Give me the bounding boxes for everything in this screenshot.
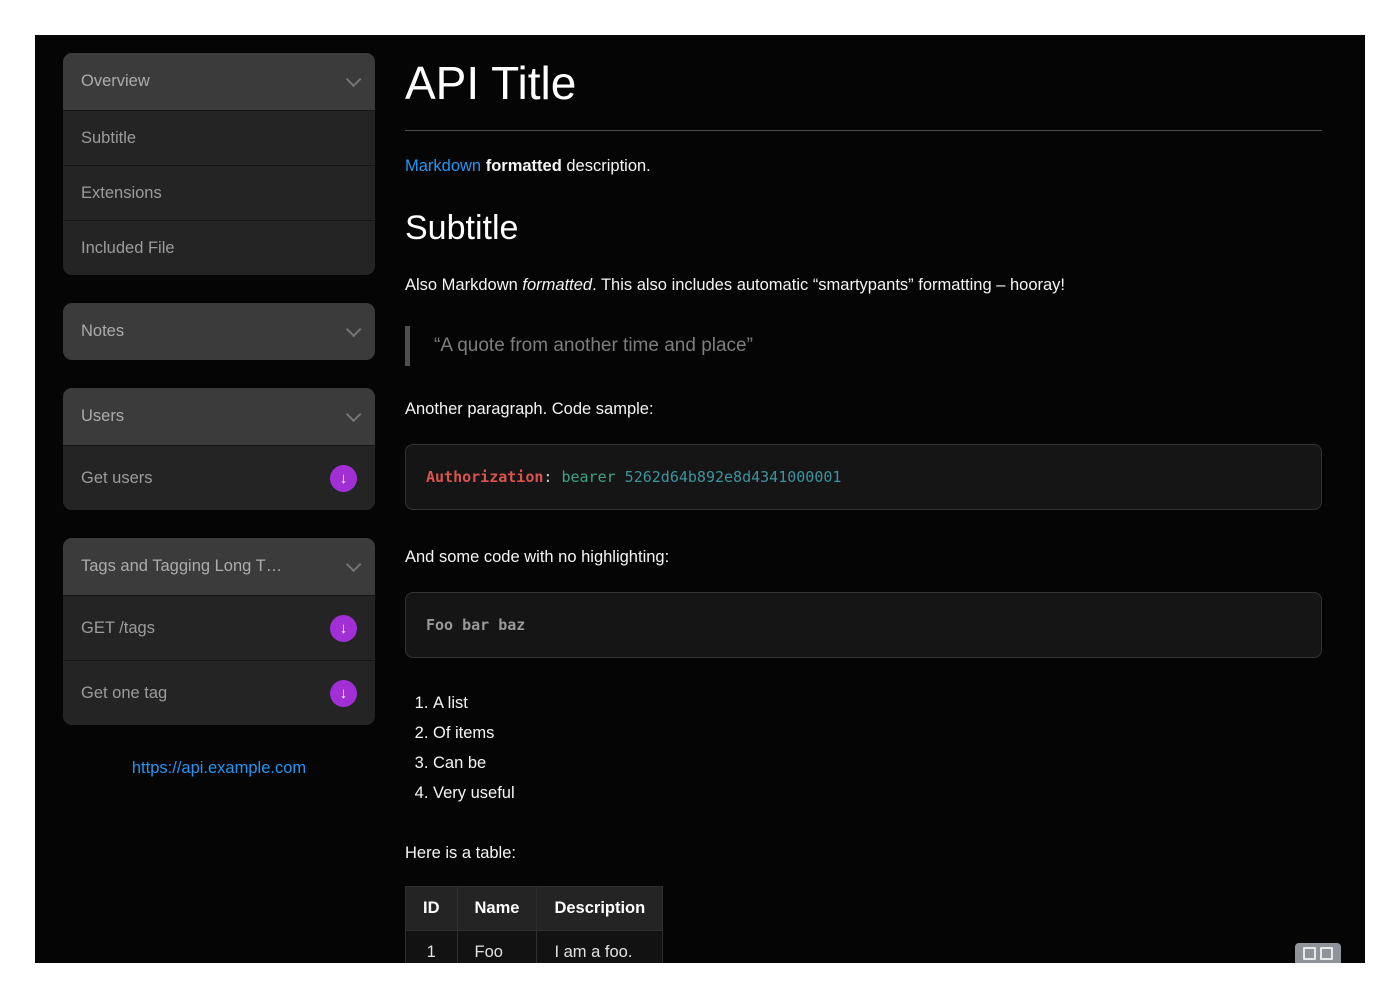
nav-group-tags: Tags and Tagging Long T… GET /tags ↓ Get…: [63, 538, 375, 725]
list-item: A list: [433, 688, 1322, 718]
sidebar-item-label: GET /tags: [81, 619, 155, 638]
nav-header-notes[interactable]: Notes: [63, 303, 375, 360]
nav-group-notes: Notes: [63, 303, 375, 360]
download-arrow-icon: ↓: [330, 465, 357, 492]
nav-header-users[interactable]: Users: [63, 388, 375, 445]
table-header-name: Name: [457, 886, 537, 930]
blockquote: “A quote from another time and place”: [405, 326, 1322, 366]
code-token: 5262d64b892e8d4341000001: [616, 468, 842, 486]
paragraph-text: Also Markdown: [405, 276, 522, 294]
intro-rest-text: description.: [562, 157, 651, 175]
table-cell-description: I am a foo.: [537, 930, 663, 963]
app-window: Overview Subtitle Extensions Included Fi…: [35, 35, 1365, 963]
sidebar: Overview Subtitle Extensions Included Fi…: [63, 53, 375, 778]
subtitle-heading: Subtitle: [405, 209, 1322, 248]
page-title: API Title: [405, 57, 1322, 110]
paragraph-text: . This also includes automatic “smartypa…: [592, 276, 1065, 294]
table-header-id: ID: [406, 886, 458, 930]
markdown-link[interactable]: Markdown: [405, 157, 481, 175]
table-row: 1 Foo I am a foo.: [406, 930, 663, 963]
code-sample-label: Another paragraph. Code sample:: [405, 398, 1322, 422]
sidebar-item-extensions[interactable]: Extensions: [63, 165, 375, 220]
nav-header-tags[interactable]: Tags and Tagging Long T…: [63, 538, 375, 595]
sidebar-item-label: Extensions: [81, 184, 162, 203]
table-cell-id: 1: [406, 930, 458, 963]
table-label: Here is a table:: [405, 842, 1322, 866]
table-header-row: ID Name Description: [406, 886, 663, 930]
sidebar-item-included-file[interactable]: Included File: [63, 220, 375, 275]
host-link[interactable]: https://api.example.com: [63, 759, 375, 778]
sidebar-item-get-users[interactable]: Get users ↓: [63, 445, 375, 510]
chevron-down-icon: [346, 72, 362, 88]
download-arrow-icon: ↓: [330, 615, 357, 642]
nav-header-label: Users: [81, 407, 124, 426]
sidebar-item-label: Get users: [81, 469, 153, 488]
code-block-plain: Foo bar baz: [405, 592, 1322, 658]
nav-header-label: Notes: [81, 322, 124, 341]
title-divider: [405, 130, 1322, 131]
ordered-list: A list Of items Can be Very useful: [405, 688, 1322, 808]
chevron-down-icon: [346, 322, 362, 338]
list-item: Very useful: [433, 778, 1322, 808]
corner-widget-icon[interactable]: [1295, 943, 1341, 963]
nav-header-label: Overview: [81, 72, 150, 91]
sidebar-item-label: Get one tag: [81, 684, 167, 703]
sidebar-item-get-one-tag[interactable]: Get one tag ↓: [63, 660, 375, 725]
list-item: Can be: [433, 748, 1322, 778]
table-header-description: Description: [537, 886, 663, 930]
nav-header-overview[interactable]: Overview: [63, 53, 375, 110]
no-highlight-label: And some code with no highlighting:: [405, 546, 1322, 570]
list-item: Of items: [433, 718, 1322, 748]
second-paragraph: Also Markdown formatted. This also inclu…: [405, 274, 1322, 298]
nav-header-label: Tags and Tagging Long T…: [81, 557, 282, 576]
main-content: API Title Markdown formatted description…: [405, 35, 1322, 963]
sidebar-item-label: Subtitle: [81, 129, 136, 148]
italic-text: formatted: [522, 276, 592, 294]
chevron-down-icon: [346, 557, 362, 573]
nav-group-overview: Overview Subtitle Extensions Included Fi…: [63, 53, 375, 275]
widget-square-icon: [1303, 947, 1316, 960]
code-plain-text: Foo bar baz: [426, 616, 525, 634]
widget-square-icon: [1320, 947, 1333, 960]
sidebar-item-subtitle[interactable]: Subtitle: [63, 110, 375, 165]
sidebar-item-label: Included File: [81, 239, 175, 258]
download-arrow-icon: ↓: [330, 680, 357, 707]
table-cell-name: Foo: [457, 930, 537, 963]
sidebar-item-get-tags[interactable]: GET /tags ↓: [63, 595, 375, 660]
nav-group-users: Users Get users ↓: [63, 388, 375, 510]
intro-paragraph: Markdown formatted description.: [405, 155, 1322, 179]
data-table: ID Name Description 1 Foo I am a foo.: [405, 886, 663, 964]
code-block-http: Authorization: bearer 5262d64b892e8d4341…: [405, 444, 1322, 510]
code-key: Authorization: [426, 468, 543, 486]
code-value: bearer: [552, 468, 615, 486]
chevron-down-icon: [346, 407, 362, 423]
intro-bold-text: formatted: [481, 157, 562, 175]
